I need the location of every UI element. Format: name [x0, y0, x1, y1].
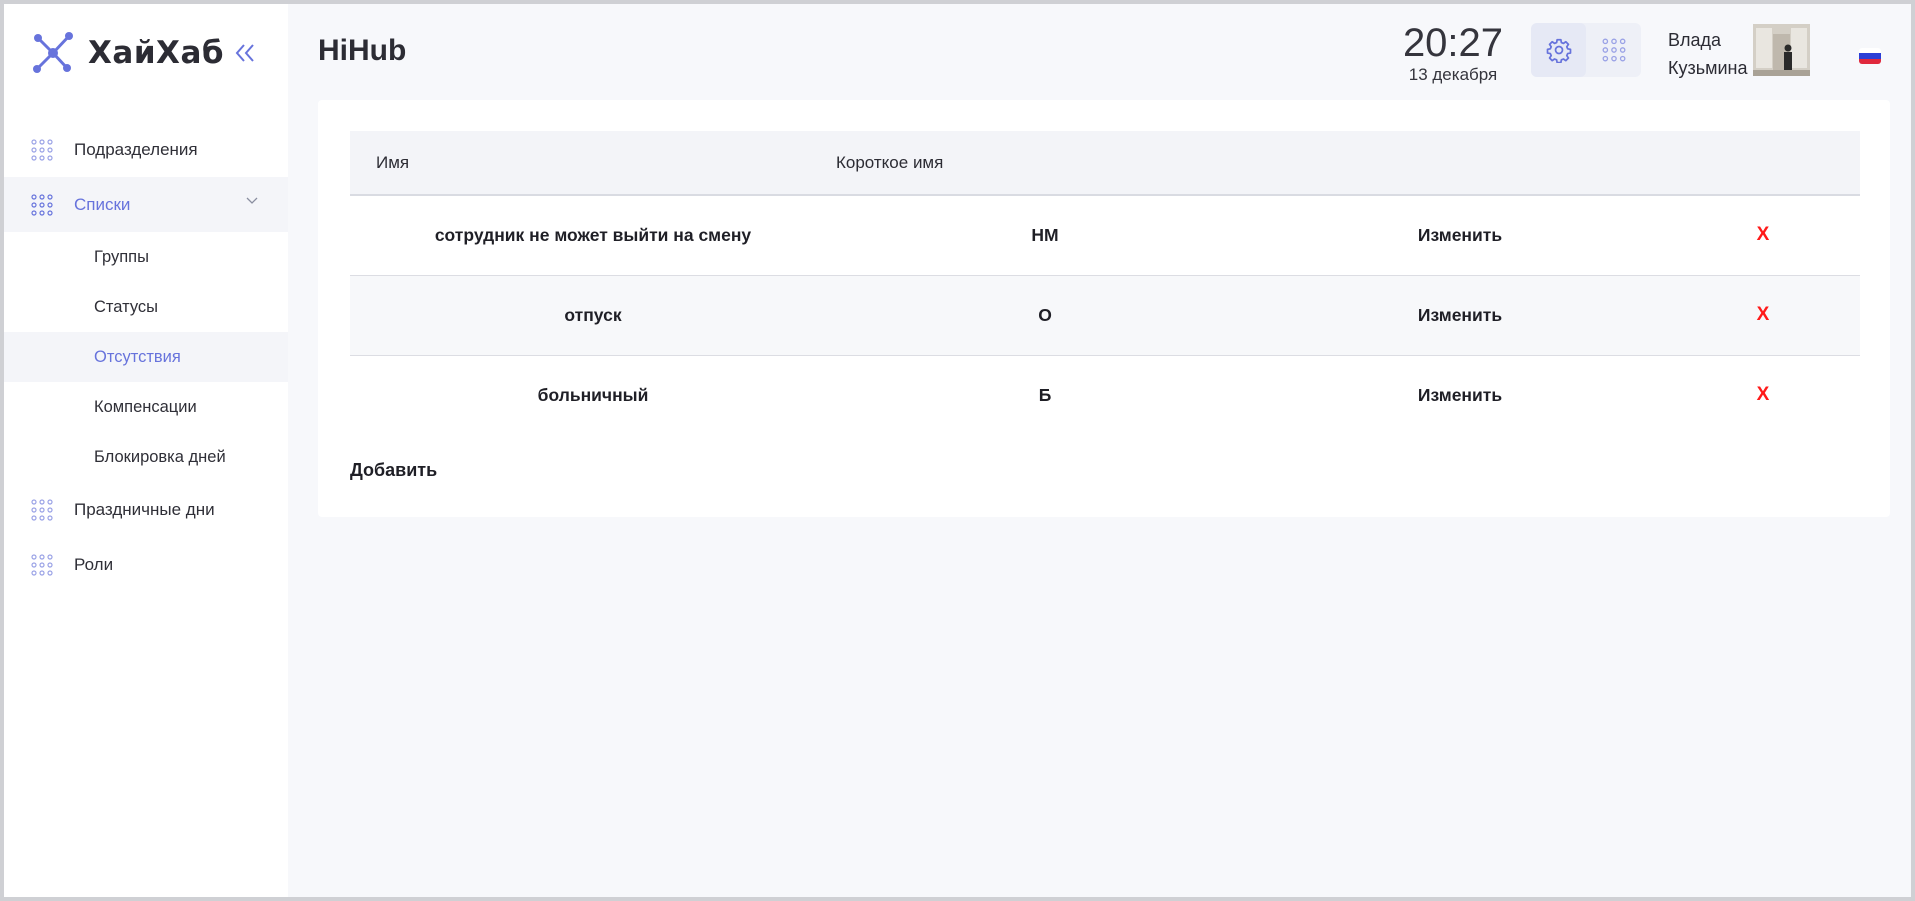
table-header-row: Имя Короткое имя: [350, 131, 1860, 195]
delete-button[interactable]: X: [1757, 304, 1770, 325]
absence-short-name: Б: [1038, 384, 1052, 405]
sidebar-subitem-label: Статусы: [94, 297, 159, 316]
edit-button[interactable]: Изменить: [1418, 225, 1502, 245]
table-row: больничный Б Изменить X: [350, 355, 1860, 435]
clock-time: 20:27: [1402, 21, 1504, 65]
sidebar-subitem-compensations[interactable]: Компенсации: [4, 382, 288, 432]
absence-name: отпуск: [564, 304, 622, 325]
sidebar-item-label: Подразделения: [74, 139, 198, 159]
sidebar: ХайХаб Подразделения Списки Группы Стату…: [4, 4, 288, 897]
table-row: сотрудник не может выйти на смену НМ Изм…: [350, 195, 1860, 275]
top-header: HiHub 20:27 13 декабря Влада Кузьмина: [288, 4, 1911, 100]
absence-short-name: НМ: [1031, 224, 1059, 245]
dots-grid-icon: [31, 138, 53, 161]
sidebar-subitem-absences[interactable]: Отсутствия: [4, 332, 288, 382]
clock-date: 13 декабря: [1408, 65, 1498, 84]
sidebar-nav: Подразделения Списки Группы Статусы Отсу…: [4, 122, 288, 592]
column-header-name: Имя: [376, 152, 410, 172]
network-logo-icon: [33, 32, 73, 73]
column-header-edit: [1254, 131, 1666, 195]
settings-button[interactable]: [1531, 23, 1586, 77]
dots-grid-icon: [31, 498, 53, 521]
user-photo-icon: [1753, 24, 1810, 76]
sidebar-subitem-label: Отсутствия: [94, 347, 181, 366]
sidebar-subitem-day-blocking[interactable]: Блокировка дней: [4, 432, 288, 482]
sidebar-item-roles[interactable]: Роли: [4, 537, 288, 592]
absence-short-name: О: [1038, 304, 1052, 325]
column-header-short-name: Короткое имя: [836, 152, 944, 172]
clock: 20:27 13 декабря: [1398, 21, 1508, 85]
gear-icon: [1546, 38, 1571, 63]
page-title: HiHub: [318, 34, 407, 67]
sidebar-item-label: Праздничные дни: [74, 499, 215, 519]
sidebar-subitem-label: Группы: [94, 247, 149, 266]
app-logo[interactable]: ХайХаб: [30, 28, 224, 78]
delete-button[interactable]: X: [1757, 224, 1770, 245]
avatar[interactable]: [1753, 24, 1810, 76]
sidebar-item-label: Списки: [74, 194, 131, 214]
collapse-sidebar-button[interactable]: [230, 40, 260, 66]
dots-grid-icon: [31, 193, 53, 216]
user-last-name: Кузьмина: [1668, 58, 1748, 78]
absence-name: сотрудник не может выйти на смену: [434, 224, 752, 245]
edit-button[interactable]: Изменить: [1418, 385, 1502, 405]
dots-grid-icon: [1602, 38, 1625, 62]
delete-button[interactable]: X: [1757, 384, 1770, 405]
absences-table: Имя Короткое имя сотрудник не может выйт…: [350, 131, 1860, 435]
language-flag-ru[interactable]: [1859, 48, 1881, 64]
table-row: отпуск О Изменить X: [350, 275, 1860, 355]
sidebar-subitem-label: Компенсации: [94, 397, 197, 416]
edit-button[interactable]: Изменить: [1418, 305, 1502, 325]
header-icon-buttons: [1531, 23, 1641, 77]
sidebar-subitem-statuses[interactable]: Статусы: [4, 282, 288, 332]
chevron-down-icon[interactable]: [246, 197, 258, 205]
sidebar-subitem-label: Блокировка дней: [94, 447, 226, 466]
logo-text: ХайХаб: [88, 35, 225, 71]
user-first-name: Влада: [1668, 30, 1722, 50]
sidebar-item-departments[interactable]: Подразделения: [4, 122, 288, 177]
sidebar-item-holidays[interactable]: Праздничные дни: [4, 482, 288, 537]
apps-menu-button[interactable]: [1586, 23, 1641, 77]
absence-name: больничный: [537, 384, 649, 405]
user-name[interactable]: Влада Кузьмина: [1668, 26, 1748, 82]
double-chevron-left-icon: [235, 44, 254, 62]
column-header-delete: [1666, 131, 1860, 195]
sidebar-subitem-groups[interactable]: Группы: [4, 232, 288, 282]
sidebar-item-label: Роли: [74, 554, 114, 574]
add-button[interactable]: Добавить: [350, 460, 437, 481]
absences-card: Имя Короткое имя сотрудник не может выйт…: [318, 100, 1890, 517]
sidebar-item-lists[interactable]: Списки: [4, 177, 288, 232]
dots-grid-icon: [31, 553, 53, 576]
